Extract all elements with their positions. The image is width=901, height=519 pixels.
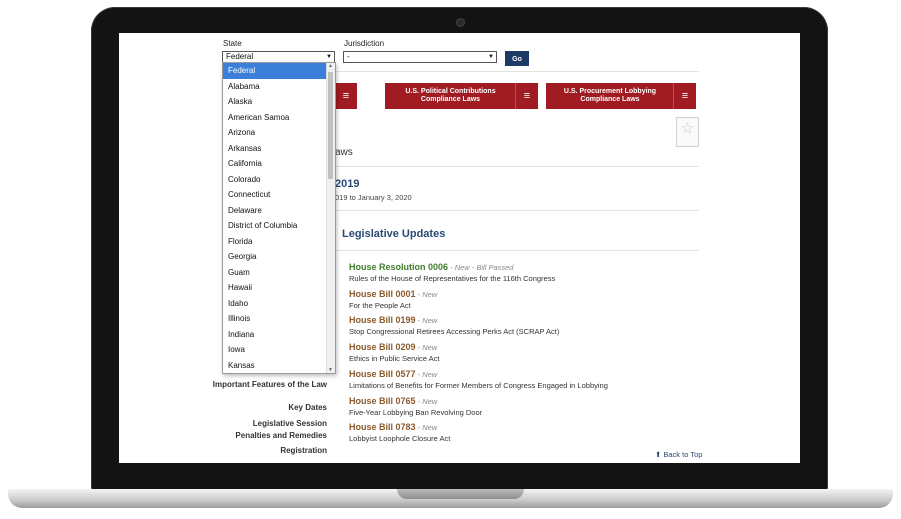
- page-heading: aws: [335, 147, 353, 158]
- update-description: Five-Year Lobbying Ban Revolving Door: [349, 408, 483, 417]
- go-button[interactable]: Go: [505, 51, 529, 66]
- divider: [334, 210, 699, 211]
- update-description: Limitations of Benefits for Former Membe…: [349, 381, 608, 390]
- session-range: 019 to January 3, 2020: [335, 193, 412, 202]
- update-status-tag: - New: [415, 290, 438, 299]
- update-description: Rules of the House of Representatives fo…: [349, 274, 556, 283]
- jurisdiction-select[interactable]: - ▼: [343, 51, 497, 63]
- chevron-down-icon: ▼: [488, 54, 494, 60]
- state-option[interactable]: Florida: [223, 234, 335, 250]
- state-option[interactable]: Alaska: [223, 94, 335, 110]
- update-title[interactable]: House Bill 0209 - New: [349, 342, 437, 352]
- state-option[interactable]: Delaware: [223, 203, 335, 219]
- update-description: Lobbyist Loophole Closure Act: [349, 434, 451, 443]
- update-status-tag: - New: [415, 316, 438, 325]
- sidebar-item-key-dates[interactable]: Key Dates: [288, 403, 327, 413]
- state-select-value: Federal: [226, 52, 254, 61]
- nav-button-procurement-lobbying[interactable]: U.S. Procurement Lobbying Compliance Law…: [546, 83, 696, 109]
- update-status-tag: - New: [415, 397, 438, 406]
- state-option[interactable]: Hawaii: [223, 280, 335, 296]
- nav-button-label: U.S. Procurement Lobbying Compliance Law…: [563, 88, 657, 103]
- update-title[interactable]: House Bill 0783 - New: [349, 422, 437, 432]
- laptop-base-notch: [397, 489, 524, 499]
- chevron-down-icon: ▼: [326, 54, 332, 60]
- state-option[interactable]: California: [223, 156, 335, 172]
- divider: [334, 250, 699, 251]
- sidebar-item-legislative-session[interactable]: Legislative Session: [253, 419, 327, 429]
- update-description: For the People Act: [349, 301, 411, 310]
- state-option[interactable]: Guam: [223, 265, 335, 281]
- jurisdiction-select-value: -: [347, 52, 350, 61]
- update-status-tag: - New: [415, 343, 438, 352]
- state-dropdown-list[interactable]: Federal Alabama Alaska American Samoa Arizon…: [222, 62, 336, 374]
- browser-screen: State Federal ▼ Jurisdiction - ▼ Go ≡ U.…: [119, 33, 800, 463]
- nav-button-label: U.S. Political Contributions Compliance …: [405, 88, 496, 103]
- state-option[interactable]: Colorado: [223, 172, 335, 188]
- state-label: State: [223, 39, 242, 48]
- favorite-star-icon[interactable]: ☆: [676, 117, 699, 147]
- state-option[interactable]: American Samoa: [223, 110, 335, 126]
- update-title-text[interactable]: House Bill 0577: [349, 369, 416, 379]
- update-title[interactable]: House Bill 0199 - New: [349, 315, 437, 325]
- menu-icon[interactable]: ≡: [515, 83, 538, 109]
- update-title[interactable]: House Bill 0577 - New: [349, 369, 437, 379]
- scrollbar-thumb[interactable]: [328, 72, 333, 179]
- update-description: Ethics in Public Service Act: [349, 354, 440, 363]
- session-year: 2019: [335, 178, 360, 190]
- legislative-updates-heading: Legislative Updates: [342, 228, 446, 240]
- update-title-text[interactable]: House Bill 0199: [349, 315, 416, 325]
- sidebar-item-registration[interactable]: Registration: [280, 446, 327, 456]
- update-status-tag: - New: [415, 370, 438, 379]
- sidebar-item-important-features[interactable]: Important Features of the Law: [213, 380, 327, 390]
- state-option[interactable]: Indiana: [223, 327, 335, 343]
- update-title-text[interactable]: House Bill 0765: [349, 396, 416, 406]
- state-option[interactable]: Georgia: [223, 249, 335, 265]
- scroll-up-icon[interactable]: ▲: [328, 63, 333, 69]
- update-title-text[interactable]: House Bill 0783: [349, 422, 416, 432]
- nav-button-political-contributions[interactable]: U.S. Political Contributions Compliance …: [385, 83, 538, 109]
- state-option[interactable]: District of Columbia: [223, 218, 335, 234]
- update-status-tag: - New - Bill Passed: [448, 263, 514, 272]
- update-title-text[interactable]: House Bill 0001: [349, 289, 416, 299]
- menu-icon[interactable]: ≡: [673, 83, 696, 109]
- update-title-text[interactable]: House Resolution 0006: [349, 262, 448, 272]
- state-option[interactable]: Arkansas: [223, 141, 335, 157]
- state-option[interactable]: Kansas: [223, 358, 335, 374]
- update-description: Stop Congressional Retirees Accessing Pe…: [349, 327, 560, 336]
- update-title-text[interactable]: House Bill 0209: [349, 342, 416, 352]
- update-title[interactable]: House Bill 0765 - New: [349, 396, 437, 406]
- dropdown-scrollbar[interactable]: ▲ ▼: [326, 63, 335, 373]
- update-title[interactable]: House Resolution 0006 - New - Bill Passe…: [349, 262, 513, 272]
- state-option[interactable]: Alabama: [223, 79, 335, 95]
- state-option[interactable]: Connecticut: [223, 187, 335, 203]
- back-to-top-link[interactable]: ⬆ Back to Top: [655, 450, 702, 459]
- sidebar-item-penalties[interactable]: Penalties and Remedies: [235, 431, 327, 441]
- divider: [334, 71, 699, 72]
- state-option[interactable]: Idaho: [223, 296, 335, 312]
- state-option[interactable]: Arizona: [223, 125, 335, 141]
- divider: [334, 166, 699, 167]
- state-option[interactable]: Federal: [223, 63, 335, 79]
- update-status-tag: - New: [415, 423, 438, 432]
- menu-icon[interactable]: ≡: [335, 83, 357, 109]
- scroll-down-icon[interactable]: ▼: [328, 367, 333, 373]
- update-title[interactable]: House Bill 0001 - New: [349, 289, 437, 299]
- jurisdiction-label: Jurisdiction: [344, 39, 385, 48]
- state-option[interactable]: Iowa: [223, 342, 335, 358]
- camera-dot: [457, 19, 464, 26]
- state-option[interactable]: Illinois: [223, 311, 335, 327]
